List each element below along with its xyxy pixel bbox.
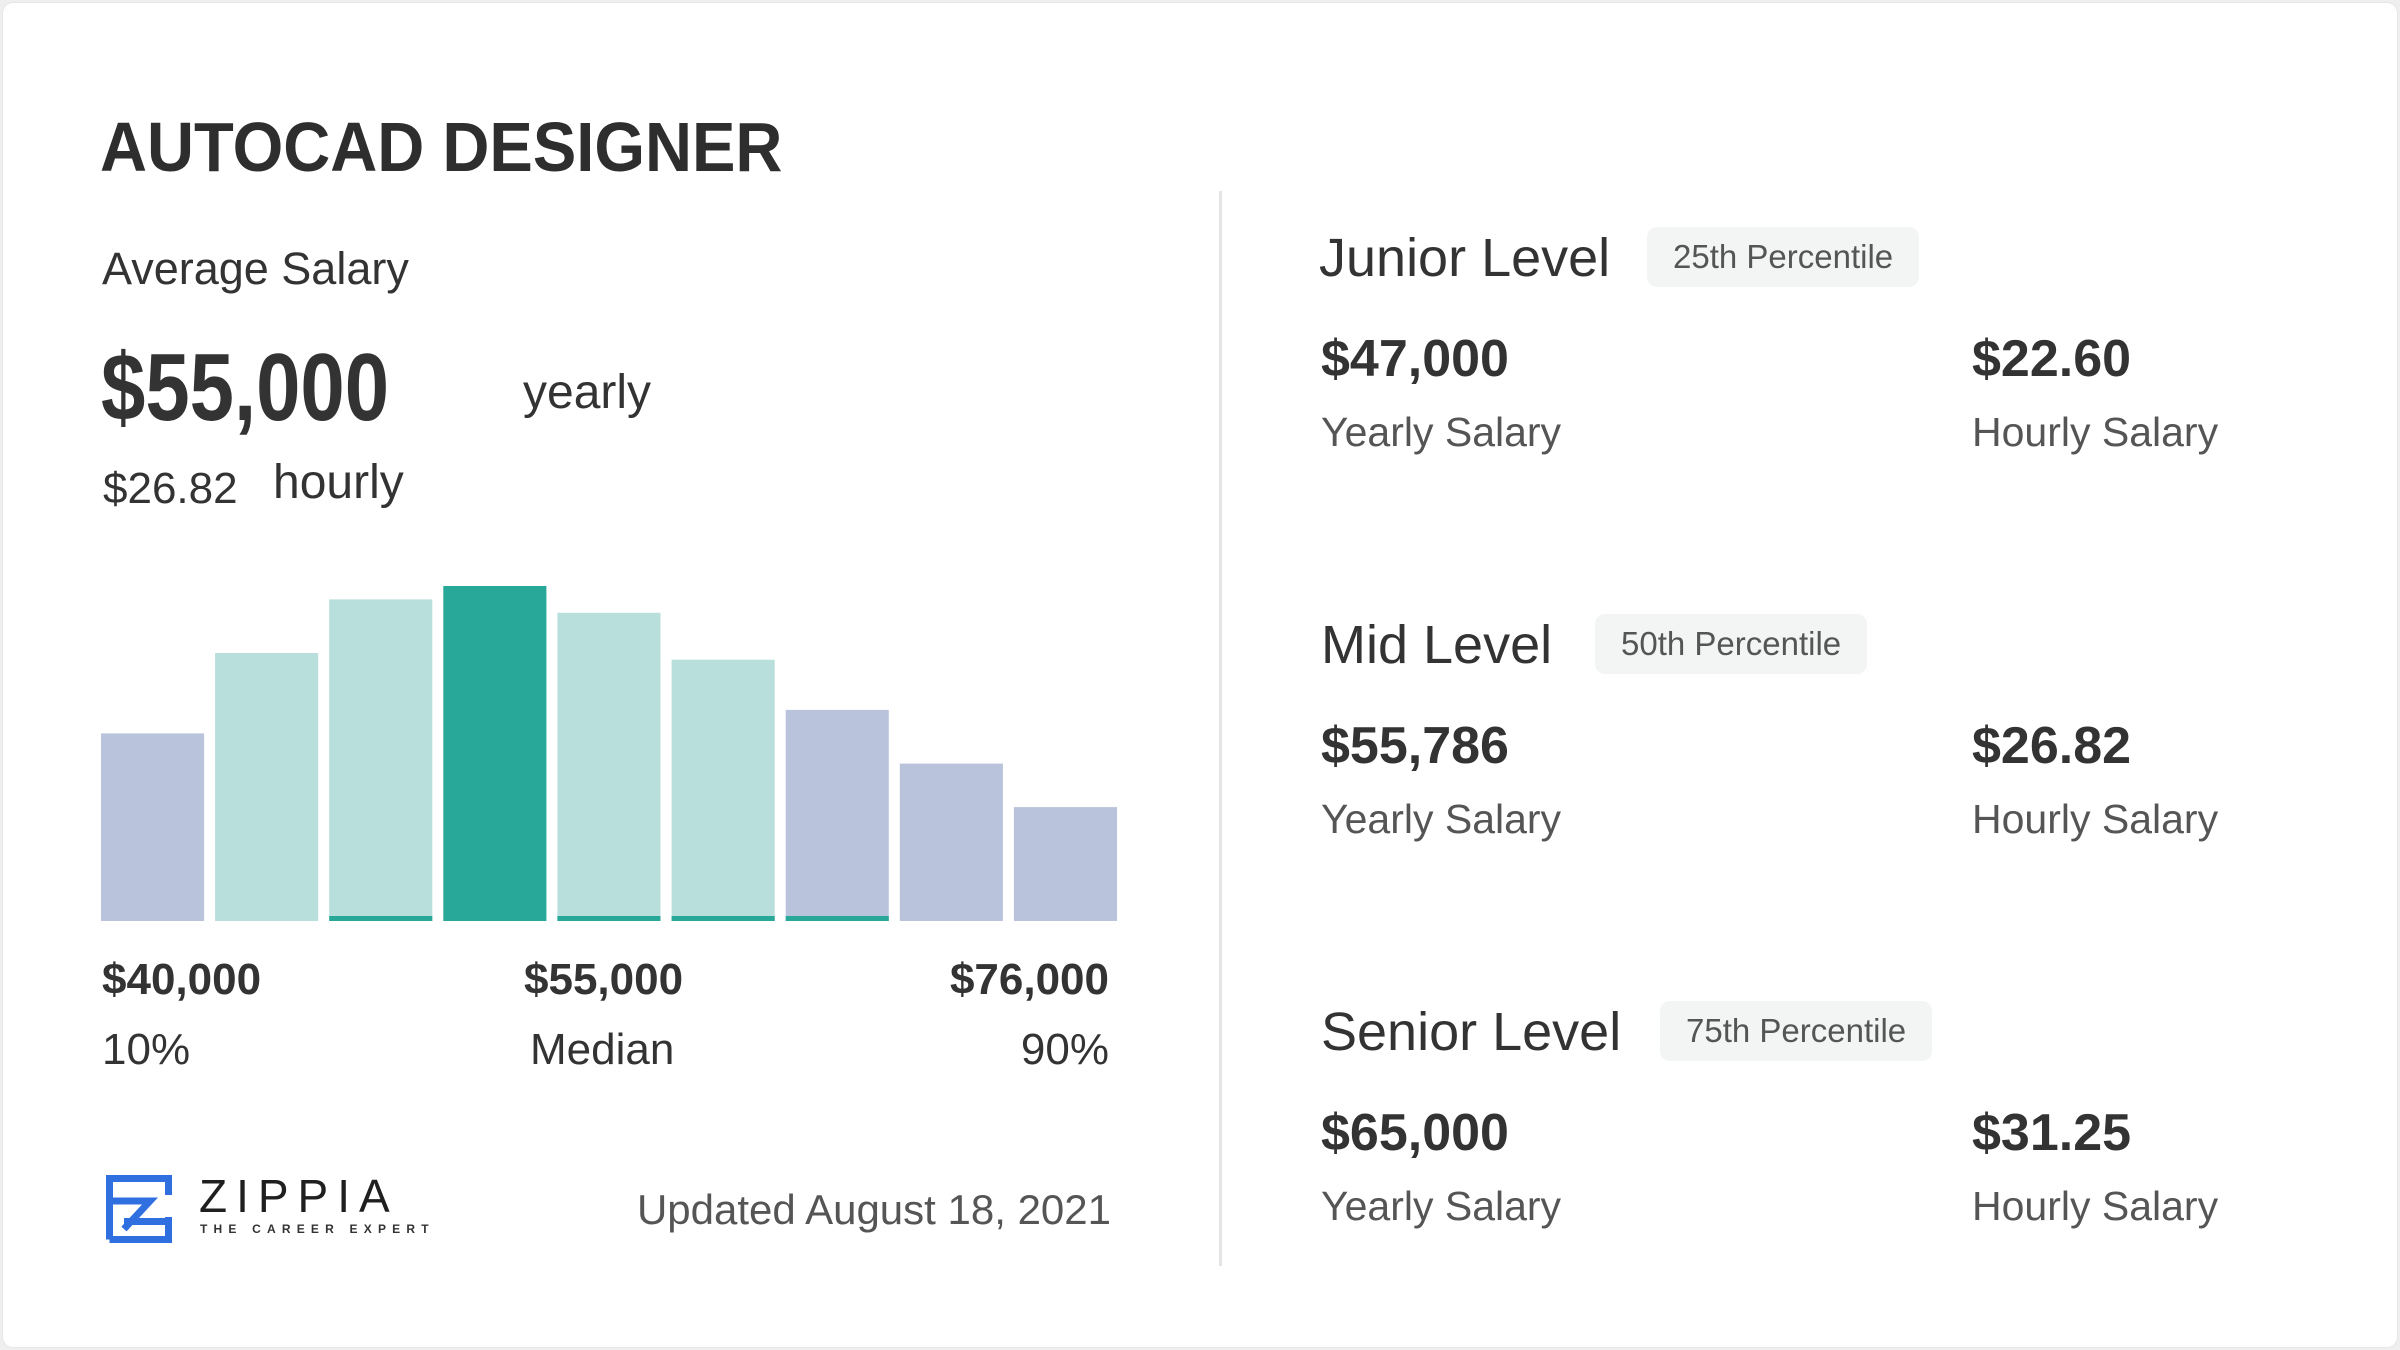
yearly-salary-label: Yearly Salary bbox=[1321, 1183, 1562, 1229]
hourly-salary-label: Hourly Salary bbox=[1972, 1183, 2219, 1229]
updated-date: Updated August 18, 2021 bbox=[636, 1186, 1111, 1233]
chart-bar-median bbox=[443, 586, 547, 921]
chart-bar bbox=[899, 763, 1003, 921]
percentile-badge: 50th Percentile bbox=[1595, 614, 1868, 674]
axis-label-low-caption: 10% bbox=[102, 1025, 191, 1074]
chart-bar bbox=[329, 599, 433, 921]
chart-bar bbox=[785, 709, 889, 921]
job-title: AUTOCAD DESIGNER bbox=[100, 108, 783, 186]
zippia-logo-icon[interactable] bbox=[106, 1175, 172, 1243]
chart-bar-accent-line bbox=[785, 916, 889, 921]
percentile-badge: 75th Percentile bbox=[1660, 1001, 1933, 1061]
level-title: Mid Level bbox=[1321, 615, 1553, 675]
average-salary-label: Average Salary bbox=[102, 243, 409, 294]
zippia-tagline: THE CAREER EXPERT bbox=[200, 1222, 435, 1236]
yearly-salary-label: Yearly Salary bbox=[1321, 409, 1562, 455]
zippia-wordmark[interactable]: ZIPPIA bbox=[199, 1173, 399, 1219]
level-title: Junior Level bbox=[1319, 228, 1611, 288]
chart-bar bbox=[557, 612, 661, 921]
chart-bar-accent-line bbox=[329, 916, 433, 921]
yearly-salary-value: $47,000 bbox=[1321, 330, 1509, 388]
hourly-unit-label: hourly bbox=[273, 456, 404, 509]
axis-label-median-amount: $55,000 bbox=[524, 955, 684, 1004]
zippia-z-mark bbox=[106, 1175, 172, 1243]
level-title: Senior Level bbox=[1321, 1002, 1622, 1062]
axis-label-median-caption: Median bbox=[530, 1025, 675, 1074]
hourly-salary-label: Hourly Salary bbox=[1972, 409, 2219, 455]
column-divider bbox=[1219, 191, 1222, 1266]
axis-label-high-caption: 90% bbox=[1020, 1025, 1109, 1074]
hourly-salary-value: $26.82 bbox=[1972, 717, 2132, 775]
chart-bar bbox=[1013, 807, 1117, 921]
hourly-salary-label: Hourly Salary bbox=[1972, 796, 2219, 842]
average-yearly-value: $55,000 bbox=[101, 334, 390, 441]
yearly-salary-label: Yearly Salary bbox=[1321, 796, 1562, 842]
average-hourly-value: $26.82 bbox=[103, 464, 238, 513]
chart-svg bbox=[101, 586, 1117, 921]
chart-bar bbox=[101, 733, 205, 921]
yearly-unit-label: yearly bbox=[523, 366, 652, 419]
axis-label-low-amount: $40,000 bbox=[102, 955, 262, 1004]
chart-bar-accent-line bbox=[671, 916, 775, 921]
hourly-salary-value: $22.60 bbox=[1972, 330, 2132, 388]
yearly-salary-value: $55,786 bbox=[1321, 717, 1509, 775]
chart-bar-accent-line bbox=[557, 916, 661, 921]
chart-bar bbox=[215, 653, 319, 921]
axis-label-high-amount: $76,000 bbox=[949, 955, 1109, 1004]
salary-distribution-chart bbox=[101, 563, 1117, 925]
chart-bar bbox=[671, 659, 775, 921]
yearly-salary-value: $65,000 bbox=[1321, 1104, 1509, 1162]
salary-card: AUTOCAD DESIGNER Average Salary $55,000 … bbox=[3, 3, 2397, 1347]
hourly-salary-value: $31.25 bbox=[1972, 1104, 2132, 1162]
percentile-badge: 25th Percentile bbox=[1647, 227, 1920, 287]
